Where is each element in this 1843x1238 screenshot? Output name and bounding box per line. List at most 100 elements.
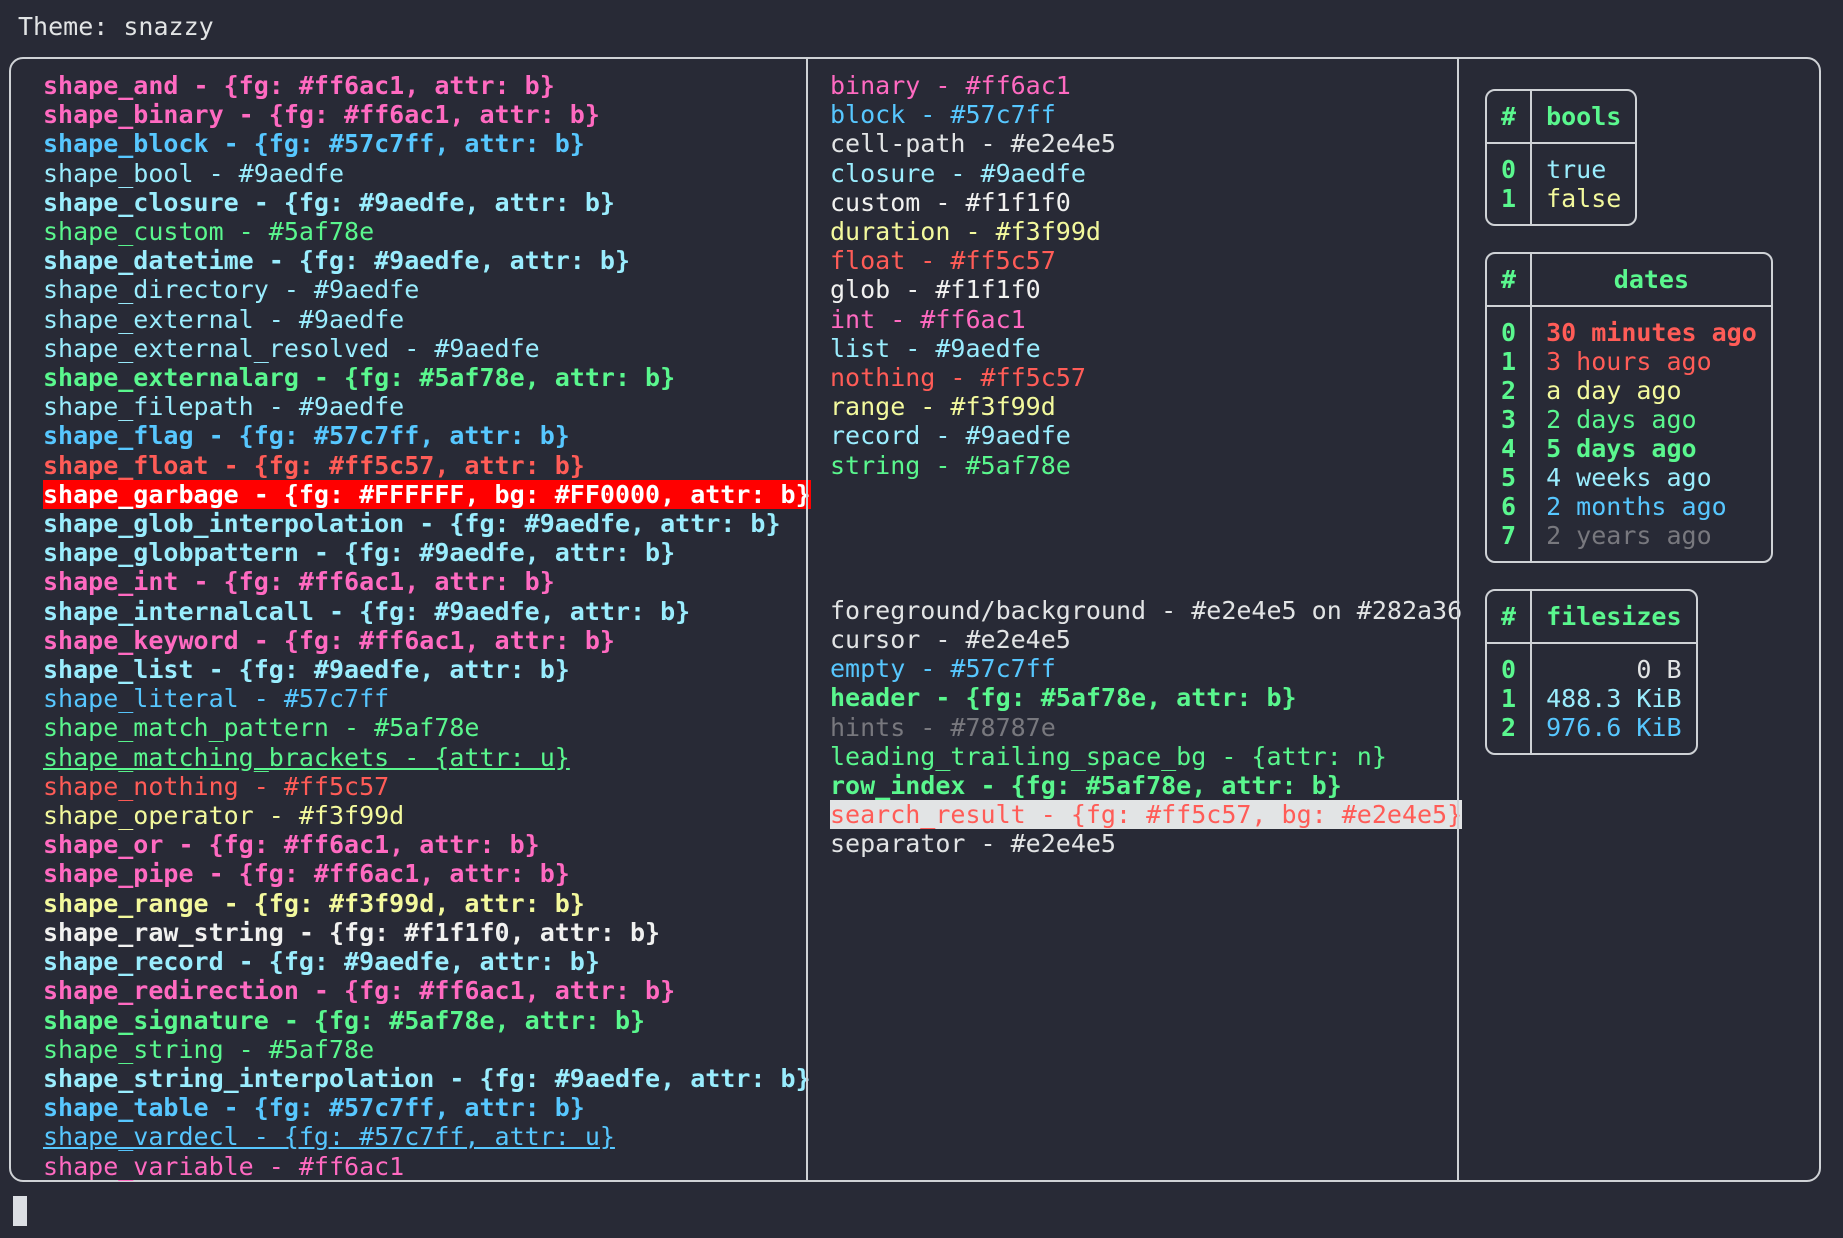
shape-entry: shape_string_interpolation - {fg: #9aedf… [43, 1064, 811, 1093]
table-value-cell: 4 weeks ago [1532, 463, 1771, 492]
row-index-cell: 0 [1487, 144, 1532, 184]
shape-entry: shape_external - #9aedfe [43, 305, 404, 334]
shape-entry: shape_globpattern - {fg: #9aedfe, attr: … [43, 538, 675, 567]
table-header-cell: filesizes [1532, 591, 1695, 644]
shape-entry: shape_directory - #9aedfe [43, 275, 419, 304]
table-value-cell: 3 hours ago [1532, 347, 1771, 376]
shape-entry: shape_block - {fg: #57c7ff, attr: b} [43, 129, 585, 158]
row-index-cell: 3 [1487, 405, 1532, 434]
table-value-cell: 2 years ago [1532, 521, 1771, 561]
shape-entry: shape_string - #5af78e [43, 1035, 374, 1064]
row-index-cell: 4 [1487, 434, 1532, 463]
types-line-list: binary - #ff6ac1block - #57c7ffcell-path… [808, 71, 1457, 480]
row-index-cell: 5 [1487, 463, 1532, 492]
table-row: 62 months ago [1487, 492, 1771, 521]
type-entry: int - #ff6ac1 [830, 305, 1026, 334]
shape-entry: shape_flag - {fg: #57c7ff, attr: b} [43, 421, 570, 450]
table-row: 2976.6 KiB [1487, 713, 1696, 753]
ui-entry: search_result - {fg: #ff5c57, bg: #e2e4e… [830, 800, 1462, 829]
type-entry: binary - #ff6ac1 [830, 71, 1071, 100]
ui-entry: cursor - #e2e4e5 [830, 625, 1071, 654]
type-entry: list - #9aedfe [830, 334, 1041, 363]
table-value-cell: 2 days ago [1532, 405, 1771, 434]
table-value-cell: true [1532, 144, 1635, 184]
row-index-cell: 1 [1487, 184, 1532, 224]
type-entry: glob - #f1f1f0 [830, 275, 1041, 304]
shape-entry: shape_and - {fg: #ff6ac1, attr: b} [43, 71, 555, 100]
shape-entry: shape_record - {fg: #9aedfe, attr: b} [43, 947, 600, 976]
ui-entry: header - {fg: #5af78e, attr: b} [830, 683, 1297, 712]
ui-entry: foreground/background - #e2e4e5 on #282a… [830, 596, 1462, 625]
table-header-cell: # [1487, 591, 1532, 644]
type-entry: nothing - #ff5c57 [830, 363, 1086, 392]
shape-entry: shape_operator - #f3f99d [43, 801, 404, 830]
row-index-cell: 7 [1487, 521, 1532, 561]
table-row: 00 B [1487, 644, 1696, 684]
table-header-cell: dates [1532, 254, 1771, 307]
table-row: 32 days ago [1487, 405, 1771, 434]
table-header-cell: bools [1532, 91, 1635, 144]
shape-entry: shape_float - {fg: #ff5c57, attr: b} [43, 451, 585, 480]
shape-entry: shape_keyword - {fg: #ff6ac1, attr: b} [43, 626, 615, 655]
table-row: 0true [1487, 144, 1635, 184]
table-value-cell: 0 B [1532, 644, 1695, 684]
bools-table: #bools0true1false [1485, 89, 1637, 226]
shape-entry: shape_variable - #ff6ac1 [43, 1152, 404, 1181]
shape-entry: shape_raw_string - {fg: #f1f1f0, attr: b… [43, 918, 660, 947]
shapes-column: shape_and - {fg: #ff6ac1, attr: b}shape_… [11, 59, 806, 1180]
shape-entry: shape_range - {fg: #f3f99d, attr: b} [43, 889, 585, 918]
row-index-cell: 1 [1487, 347, 1532, 376]
shape-entry: shape_pipe - {fg: #ff6ac1, attr: b} [43, 859, 570, 888]
shape-entry: shape_or - {fg: #ff6ac1, attr: b} [43, 830, 540, 859]
theme-preview-panel: shape_and - {fg: #ff6ac1, attr: b}shape_… [9, 57, 1821, 1182]
type-entry: float - #ff5c57 [830, 246, 1056, 275]
table-value-cell: 976.6 KiB [1532, 713, 1695, 753]
shape-entry: shape_internalcall - {fg: #9aedfe, attr:… [43, 597, 690, 626]
table-value-cell: 30 minutes ago [1532, 307, 1771, 347]
ui-entry: leading_trailing_space_bg - {attr: n} [830, 742, 1387, 771]
shape-entry: shape_closure - {fg: #9aedfe, attr: b} [43, 188, 615, 217]
row-index-cell: 0 [1487, 307, 1532, 347]
type-entry: block - #57c7ff [830, 100, 1056, 129]
shape-entry: shape_binary - {fg: #ff6ac1, attr: b} [43, 100, 600, 129]
table-row: 72 years ago [1487, 521, 1771, 561]
row-index-cell: 6 [1487, 492, 1532, 521]
table-row: 13 hours ago [1487, 347, 1771, 376]
tables-column: #bools0true1false#dates030 minutes ago13… [1457, 59, 1819, 1180]
type-entry: custom - #f1f1f0 [830, 188, 1071, 217]
shape-entry: shape_match_pattern - #5af78e [43, 713, 480, 742]
shape-entry: shape_literal - #57c7ff [43, 684, 389, 713]
shape-entry: shape_vardecl - {fg: #57c7ff, attr: u} [43, 1122, 615, 1151]
shape-entry: shape_external_resolved - #9aedfe [43, 334, 540, 363]
type-entry: record - #9aedfe [830, 421, 1071, 450]
shape-entry: shape_nothing - #ff5c57 [43, 772, 389, 801]
row-index-cell: 1 [1487, 684, 1532, 713]
table-value-cell: 2 months ago [1532, 492, 1771, 521]
ui-line-list: foreground/background - #e2e4e5 on #282a… [808, 596, 1457, 859]
shapes-line-list: shape_and - {fg: #ff6ac1, attr: b}shape_… [11, 71, 806, 1181]
table-row: 030 minutes ago [1487, 307, 1771, 347]
ui-entry: hints - #78787e [830, 713, 1056, 742]
shape-entry: shape_int - {fg: #ff6ac1, attr: b} [43, 567, 555, 596]
shape-entry: shape_signature - {fg: #5af78e, attr: b} [43, 1006, 645, 1035]
table-row: 1488.3 KiB [1487, 684, 1696, 713]
shape-entry: shape_matching_brackets - {attr: u} [43, 743, 570, 772]
row-index-cell: 2 [1487, 376, 1532, 405]
filesizes-table: #filesizes00 B1488.3 KiB2976.6 KiB [1485, 589, 1698, 755]
shape-entry: shape_externalarg - {fg: #5af78e, attr: … [43, 363, 675, 392]
table-row: 2a day ago [1487, 376, 1771, 405]
shape-entry: shape_list - {fg: #9aedfe, attr: b} [43, 655, 570, 684]
shape-entry: shape_datetime - {fg: #9aedfe, attr: b} [43, 246, 630, 275]
page-title: Theme: snazzy [18, 12, 214, 42]
table-row: 1false [1487, 184, 1635, 224]
ui-entry: separator - #e2e4e5 [830, 829, 1116, 858]
table-row: 45 days ago [1487, 434, 1771, 463]
types-and-ui-column: binary - #ff6ac1block - #57c7ffcell-path… [806, 59, 1457, 1180]
shape-entry: shape_garbage - {fg: #FFFFFF, bg: #FF000… [43, 480, 811, 509]
table-value-cell: 488.3 KiB [1532, 684, 1695, 713]
table-value-cell: false [1532, 184, 1635, 224]
shape-entry: shape_custom - #5af78e [43, 217, 374, 246]
type-entry: closure - #9aedfe [830, 159, 1086, 188]
dates-table: #dates030 minutes ago13 hours ago2a day … [1485, 252, 1773, 563]
ui-entry: row_index - {fg: #5af78e, attr: b} [830, 771, 1342, 800]
